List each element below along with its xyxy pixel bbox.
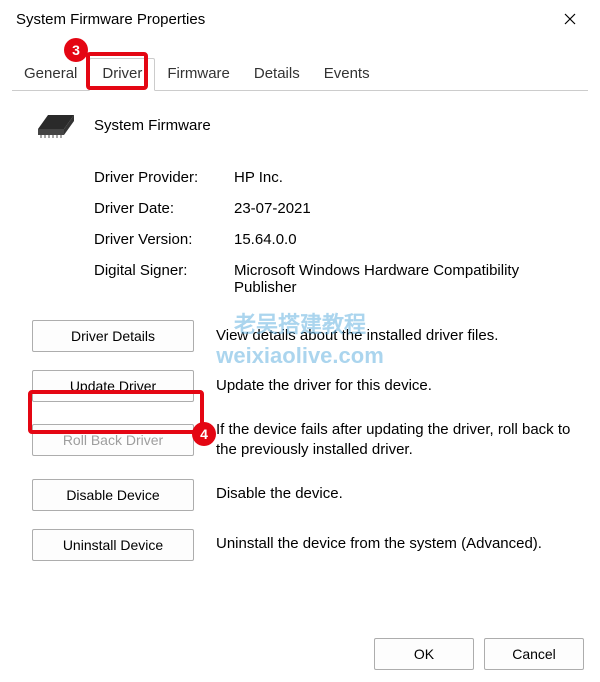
tab-content: System Firmware Driver Provider: HP Inc.…: [0, 91, 600, 591]
update-driver-desc: Update the driver for this device.: [216, 376, 572, 396]
device-name: System Firmware: [94, 117, 211, 134]
disable-device-button[interactable]: Disable Device: [32, 479, 194, 511]
update-driver-row: Update Driver Update the driver for this…: [32, 370, 572, 402]
titlebar: System Firmware Properties: [0, 0, 600, 38]
version-value: 15.64.0.0: [234, 231, 572, 248]
roll-back-row: Roll Back Driver If the device fails aft…: [32, 420, 572, 461]
roll-back-desc: If the device fails after updating the d…: [216, 420, 572, 461]
disable-desc: Disable the device.: [216, 484, 572, 504]
date-label: Driver Date:: [94, 200, 234, 217]
driver-details-row: Driver Details View details about the in…: [32, 320, 572, 352]
tab-firmware[interactable]: Firmware: [155, 58, 242, 90]
close-icon: [564, 13, 576, 25]
device-header: System Firmware: [32, 109, 572, 141]
uninstall-desc: Uninstall the device from the system (Ad…: [216, 534, 572, 554]
update-driver-button[interactable]: Update Driver: [32, 370, 194, 402]
tab-driver[interactable]: Driver: [89, 58, 155, 91]
version-label: Driver Version:: [94, 231, 234, 248]
uninstall-row: Uninstall Device Uninstall the device fr…: [32, 529, 572, 561]
dialog-footer: OK Cancel: [374, 638, 584, 670]
disable-row: Disable Device Disable the device.: [32, 479, 572, 511]
driver-details-desc: View details about the installed driver …: [216, 326, 572, 346]
uninstall-device-button[interactable]: Uninstall Device: [32, 529, 194, 561]
close-button[interactable]: [552, 5, 588, 33]
roll-back-button: Roll Back Driver: [32, 424, 194, 456]
window-title: System Firmware Properties: [16, 11, 205, 28]
provider-label: Driver Provider:: [94, 169, 234, 186]
signer-label: Digital Signer:: [94, 262, 234, 296]
chip-icon: [32, 109, 76, 141]
driver-info: Driver Provider: HP Inc. Driver Date: 23…: [94, 169, 572, 296]
signer-value: Microsoft Windows Hardware Compatibility…: [234, 262, 572, 296]
tab-events[interactable]: Events: [312, 58, 382, 90]
tab-bar: General Driver Firmware Details Events: [12, 38, 588, 91]
date-value: 23-07-2021: [234, 200, 572, 217]
provider-value: HP Inc.: [234, 169, 572, 186]
driver-details-button[interactable]: Driver Details: [32, 320, 194, 352]
ok-button[interactable]: OK: [374, 638, 474, 670]
tab-details[interactable]: Details: [242, 58, 312, 90]
cancel-button[interactable]: Cancel: [484, 638, 584, 670]
tab-general[interactable]: General: [12, 58, 89, 90]
